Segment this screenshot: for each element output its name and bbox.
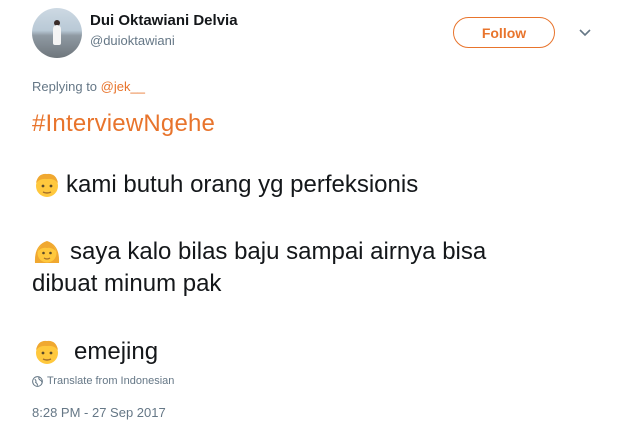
tweet-line-4-text: emejing bbox=[74, 338, 159, 365]
tweet-timestamp[interactable]: 8:28 PM - 27 Sep 2017 bbox=[32, 405, 166, 420]
chevron-down-icon[interactable] bbox=[577, 24, 593, 40]
hashtag-link[interactable]: #InterviewNgehe bbox=[32, 110, 215, 138]
replying-to: Replying to @jek__ bbox=[32, 79, 145, 94]
tweet-line-3: dibuat minum pak bbox=[32, 270, 221, 298]
translate-link[interactable]: Translate from Indonesian bbox=[32, 375, 174, 387]
tweet-line-1: kami butuh orang yg perfeksionis bbox=[32, 170, 418, 200]
blond-man-emoji bbox=[36, 340, 58, 364]
tweet-line-4: emejing bbox=[32, 337, 158, 367]
replying-to-prefix: Replying to bbox=[32, 79, 101, 94]
tweet-line-1-text: kami butuh orang yg perfeksionis bbox=[66, 171, 419, 198]
author-name[interactable]: Dui Oktawiani Delvia bbox=[90, 12, 238, 29]
blond-woman-emoji bbox=[34, 241, 60, 263]
avatar[interactable] bbox=[32, 8, 82, 58]
tweet-line-2: saya kalo bilas baju sampai airnya bisa bbox=[32, 237, 486, 267]
tweet-line-2-text: saya kalo bilas baju sampai airnya bisa bbox=[70, 238, 487, 265]
globe-icon bbox=[32, 375, 43, 387]
author-handle[interactable]: @duioktawiani bbox=[90, 33, 175, 48]
translate-label[interactable]: Translate from Indonesian bbox=[47, 375, 174, 387]
blond-man-emoji bbox=[36, 173, 58, 197]
tweet-line-3-text: dibuat minum pak bbox=[32, 270, 222, 297]
replying-to-link[interactable]: @jek__ bbox=[101, 79, 145, 94]
follow-button[interactable]: Follow bbox=[453, 17, 555, 48]
avatar-figure-body bbox=[53, 25, 61, 45]
